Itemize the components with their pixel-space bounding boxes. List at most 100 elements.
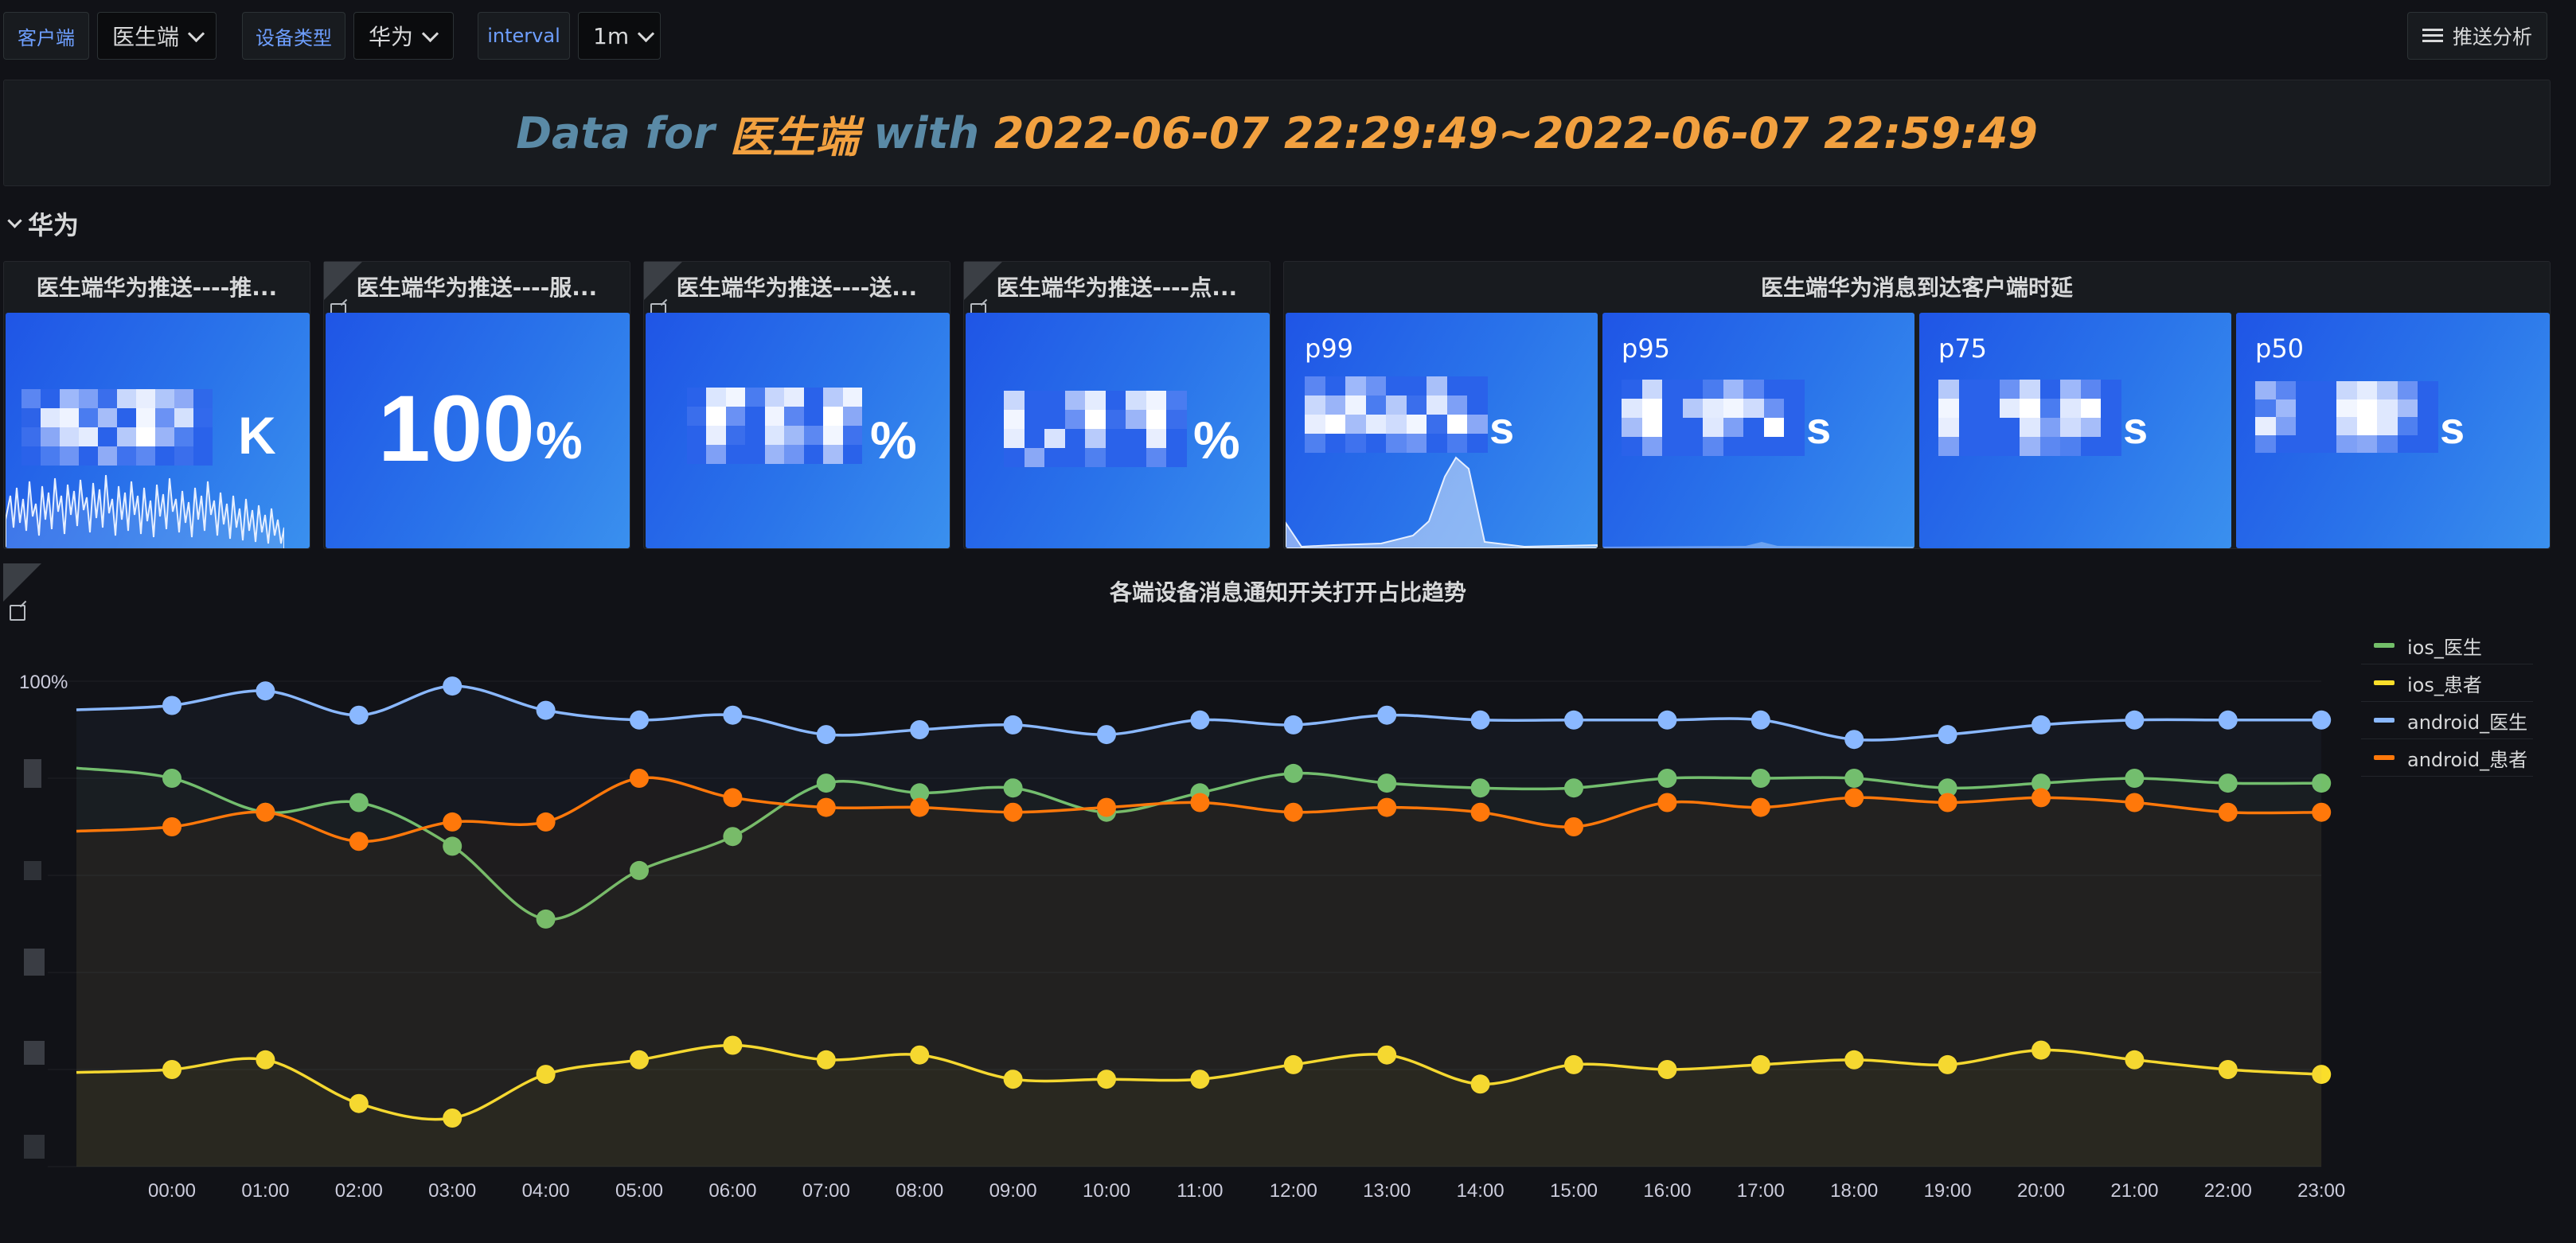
x-tick-label: 01:00 (241, 1180, 289, 1202)
data-point-2-21 (2125, 710, 2145, 730)
data-point-3-3 (443, 812, 463, 832)
data-point-2-23 (2312, 710, 2332, 730)
data-point-2-1 (256, 681, 275, 701)
x-tick-label: 06:00 (708, 1180, 756, 1202)
x-tick-label: 09:00 (989, 1180, 1037, 1202)
latency-sparkline (1602, 542, 1914, 548)
latency-unit: s (2123, 403, 2149, 453)
interval-select-value: 1m (593, 22, 630, 49)
data-point-2-20 (2032, 715, 2051, 734)
data-point-3-22 (2218, 802, 2238, 822)
data-point-2-7 (816, 725, 836, 745)
latency-p99: p99 s (1286, 313, 1598, 548)
data-point-3-10 (1097, 797, 1116, 817)
client-select-value: 医生端 (112, 24, 180, 50)
x-tick-label: 00:00 (148, 1180, 196, 1202)
latency-panel[interactable]: 医生端华为消息到达客户端时延 p99 s p95 s p75 s p50 s (1283, 261, 2551, 549)
data-point-2-11 (1190, 710, 1210, 730)
device-type-select[interactable]: 华为 (353, 12, 454, 60)
panel-title: 医生端华为推送----服... (356, 275, 598, 301)
variable-label-interval: interval (478, 12, 570, 60)
latency-p75: p75 s (1919, 313, 2231, 548)
push-analysis-button[interactable]: 推送分析 (2407, 12, 2547, 60)
data-point-3-2 (349, 832, 369, 851)
stat-value: 100 (378, 376, 535, 481)
data-point-3-9 (1003, 802, 1023, 822)
latency-p50: p50 s (2236, 313, 2550, 548)
data-point-3-21 (2125, 793, 2145, 812)
latency-unit: s (2440, 403, 2465, 453)
legend-swatch (2374, 755, 2395, 760)
data-point-3-15 (1564, 817, 1583, 836)
variable-label-client: 客户端 (3, 12, 89, 60)
banner-range: 2022-06-07 22:29:49~2022-06-07 22:59:49 (993, 107, 2038, 158)
stat-panel-service[interactable]: 医生端华为推送----服... 100 % (323, 261, 630, 549)
banner-client: 医生端 (729, 111, 859, 162)
stat-panel-delivery[interactable]: 医生端华为推送----送... % (643, 261, 950, 549)
y-tick-obscured (24, 759, 41, 788)
data-point-2-10 (1097, 725, 1116, 745)
data-point-2-19 (1938, 725, 1957, 745)
interval-select[interactable]: 1m (578, 12, 661, 60)
data-point-3-19 (1938, 793, 1957, 812)
data-point-2-8 (910, 720, 930, 739)
hamburger-icon (2422, 29, 2443, 43)
data-point-2-22 (2218, 710, 2238, 730)
latency-label: p75 (1938, 333, 1988, 364)
data-point-2-6 (723, 705, 743, 725)
data-point-3-5 (630, 769, 649, 788)
stat-unit: % (870, 411, 917, 470)
data-point-2-14 (1470, 710, 1490, 730)
x-tick-label: 08:00 (896, 1180, 943, 1202)
x-tick-label: 22:00 (2204, 1180, 2252, 1202)
x-tick-label: 02:00 (335, 1180, 383, 1202)
legend-item-android-patient[interactable]: android_患者 (2361, 739, 2533, 777)
stat-panel-push-count[interactable]: 医生端华为推送----推... K (3, 261, 310, 549)
banner-panel: Data for 医生端 with 2022-06-07 22:29:49~20… (3, 80, 2551, 186)
data-point-3-18 (1844, 788, 1864, 808)
obscured-value (1305, 376, 1488, 453)
x-tick-label: 14:00 (1457, 1180, 1505, 1202)
y-tick-label: 100% (19, 672, 68, 693)
chart-legend: ios_医生 ios_患者 android_医生 android_患者 (2361, 627, 2533, 777)
y-tick-obscured (24, 1041, 45, 1065)
panel-title: 医生端华为推送----推... (36, 275, 278, 301)
device-type-select-value: 华为 (369, 24, 414, 50)
data-point-3-23 (2312, 802, 2332, 822)
legend-swatch (2374, 643, 2395, 648)
x-tick-label: 15:00 (1550, 1180, 1598, 1202)
chevron-down-icon (637, 25, 655, 42)
stat-unit: % (536, 411, 583, 470)
stat-unit: % (1193, 411, 1240, 470)
y-tick-obscured (24, 1135, 45, 1159)
panel-title: 医生端华为推送----送... (676, 275, 918, 301)
data-point-2-17 (1751, 710, 1770, 730)
legend-item-android-doctor[interactable]: android_医生 (2361, 702, 2533, 739)
x-tick-label: 13:00 (1363, 1180, 1411, 1202)
data-point-3-14 (1470, 802, 1490, 822)
obscured-value (1622, 380, 1805, 456)
obscured-value (1938, 380, 2121, 456)
x-tick-label: 21:00 (2110, 1180, 2158, 1202)
stat-panel-click[interactable]: 医生端华为推送----点... % (963, 261, 1270, 549)
chevron-down-icon (187, 25, 205, 42)
legend-item-ios-patient[interactable]: ios_患者 (2361, 664, 2533, 702)
x-tick-label: 03:00 (428, 1180, 476, 1202)
legend-label: android_医生 (2407, 711, 2528, 734)
legend-label: ios_患者 (2407, 673, 2482, 696)
data-point-3-17 (1751, 797, 1770, 817)
sparkline (6, 474, 284, 548)
x-tick-label: 11:00 (1177, 1180, 1223, 1202)
x-tick-label: 07:00 (802, 1180, 850, 1202)
row-header[interactable]: 华为 (7, 205, 79, 242)
legend-label: ios_医生 (2407, 636, 2482, 659)
latency-label: p99 (1305, 333, 1354, 364)
legend-item-ios-doctor[interactable]: ios_医生 (2361, 627, 2533, 664)
data-point-3-20 (2032, 788, 2051, 808)
client-select[interactable]: 医生端 (97, 12, 217, 60)
data-point-2-3 (443, 676, 463, 696)
obscured-value (687, 388, 862, 464)
data-point-2-4 (536, 700, 556, 720)
data-point-3-8 (910, 797, 930, 817)
trend-panel[interactable]: 各端设备消息通知开关打开占比趋势 100% 00:00 01:00 02:00 03:0… (0, 563, 2576, 1243)
